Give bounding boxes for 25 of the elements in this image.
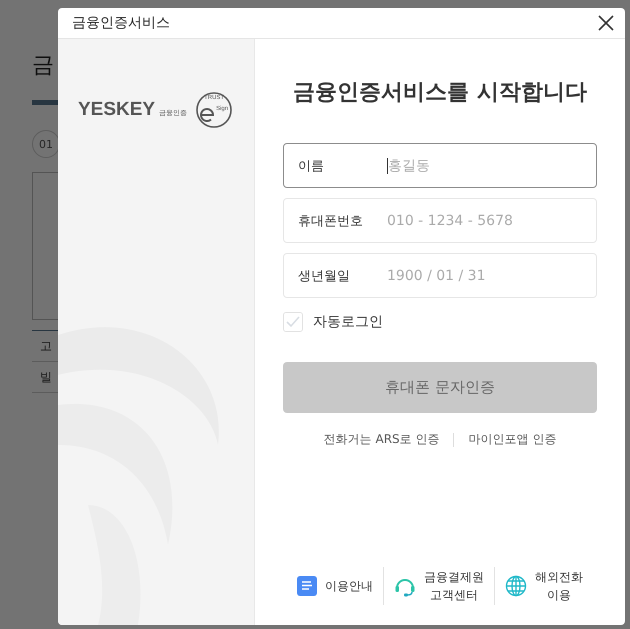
- auth-link[interactable]: 전화거는 ARS로 인증: [324, 431, 440, 448]
- input-field[interactable]: 홍길동: [388, 158, 582, 174]
- input-field[interactable]: 010 - 1234 - 5678: [387, 212, 582, 228]
- table-cell: 고: [40, 338, 52, 354]
- text-cursor: [387, 158, 388, 174]
- checkbox-label: 자동로그인: [313, 313, 383, 331]
- document-icon: [297, 576, 317, 596]
- close-icon: [597, 14, 615, 32]
- brand-logo: YESKEY: [78, 99, 156, 121]
- footer-link[interactable]: 금융결제원 고객센터: [424, 568, 484, 604]
- table-cell: 빌: [40, 368, 52, 386]
- input-field[interactable]: 1900 / 01 / 31: [387, 268, 582, 284]
- footer-link[interactable]: 이용안내: [325, 577, 373, 595]
- footer-link[interactable]: 해외전화 이용: [535, 568, 583, 604]
- check-icon: [286, 316, 300, 328]
- page-title: 금: [32, 52, 55, 80]
- auth-link[interactable]: 마이인포앱 인증: [468, 431, 556, 448]
- globe-icon: [505, 575, 527, 597]
- window-title: 금융인증서비스: [72, 14, 170, 32]
- heading: 금융인증서비스를 시작합니다: [292, 79, 588, 107]
- field-label: 휴대폰번호: [298, 212, 364, 230]
- field-label: 생년월일: [298, 268, 351, 284]
- close-button[interactable]: [597, 14, 615, 32]
- checkbox[interactable]: [283, 312, 303, 332]
- field-label: 이름: [298, 158, 325, 174]
